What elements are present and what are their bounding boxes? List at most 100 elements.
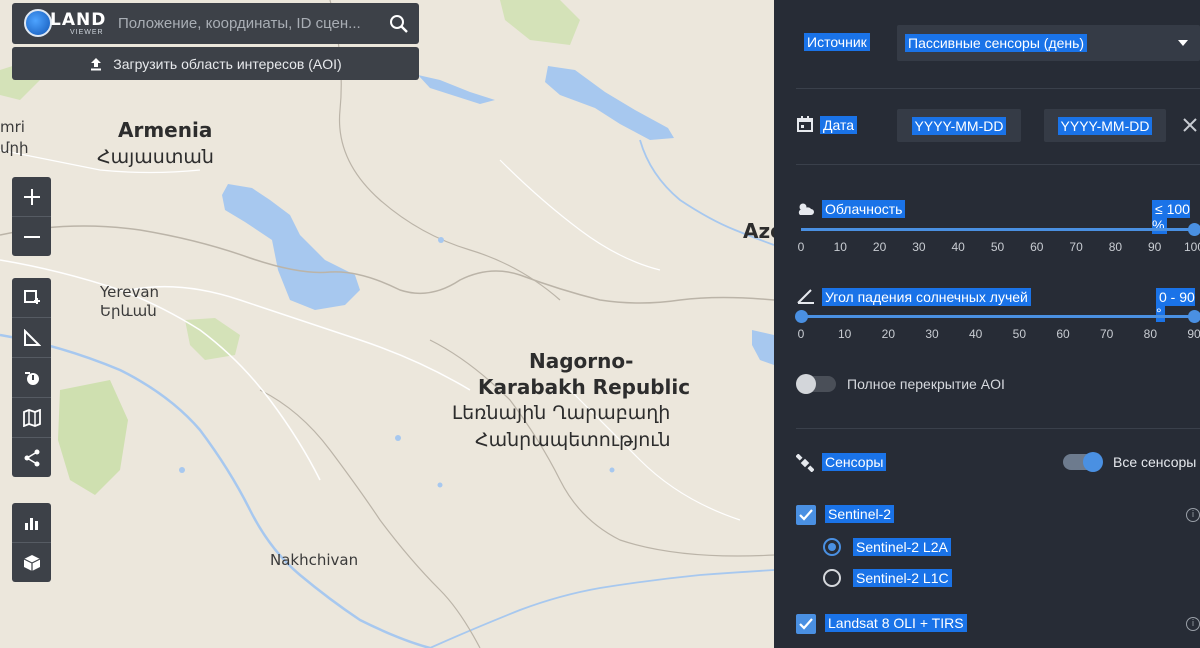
sensor-label: Sentinel-2 L1C — [853, 569, 952, 587]
sensors-label: Сенсоры — [822, 453, 887, 471]
cloud-slider-track[interactable] — [801, 228, 1194, 231]
ruler-icon — [23, 328, 41, 346]
draw-aoi-button[interactable] — [12, 278, 51, 317]
date-from-value: YYYY-MM-DD — [911, 116, 1007, 135]
sentinel2-checkbox[interactable] — [796, 505, 816, 525]
slider-tick-label: 90 — [1148, 240, 1162, 254]
chevron-down-icon — [1178, 40, 1188, 46]
zoom-controls — [12, 177, 51, 256]
slider-tick-label: 20 — [872, 240, 887, 254]
logo-sub-text: VIEWER — [70, 29, 104, 36]
slider-tick-label: 40 — [968, 327, 983, 341]
search-input[interactable]: Положение, координаты, ID сцен... — [118, 15, 379, 32]
all-sensors-toggle[interactable] — [1063, 452, 1103, 472]
share-button[interactable] — [12, 437, 51, 477]
map-layers-button[interactable] — [12, 397, 51, 437]
minus-icon — [23, 235, 40, 238]
upload-aoi-label: Загрузить область интересов (AOI) — [113, 55, 342, 72]
globe-icon — [24, 9, 52, 37]
map-label-nagorno-1: Nagorno- — [529, 349, 634, 373]
slider-tick-label: 30 — [912, 240, 926, 254]
check-icon — [799, 509, 813, 521]
measure-button[interactable] — [12, 317, 51, 357]
sun-slider-track[interactable] — [801, 315, 1194, 318]
map-label-nagorno-native-2: Հանրապետություն — [475, 429, 671, 451]
slider-tick-label: 0 — [797, 327, 805, 341]
slider-tick-label: 100 — [1183, 240, 1200, 254]
sensor-label: Sentinel-2 — [825, 505, 895, 523]
zoom-out-button[interactable] — [12, 216, 51, 256]
info-icon[interactable]: i — [1186, 617, 1200, 631]
source-label: Источник — [804, 33, 870, 51]
map-label-armenia: Armenia — [118, 118, 213, 142]
sentinel2-l2a-radio[interactable] — [823, 538, 841, 556]
search-filters-panel: Источник Пассивные сенсоры (день) Дата Y… — [774, 0, 1200, 648]
3d-view-button[interactable] — [12, 542, 51, 582]
source-select[interactable]: Пассивные сенсоры (день) — [897, 25, 1200, 61]
statistics-button[interactable] — [12, 503, 51, 542]
slider-tick-label: 90 — [1187, 327, 1200, 341]
map-icon — [22, 408, 41, 427]
slider-tick-label: 70 — [1099, 327, 1114, 341]
map-label-nakhchivan: Nakhchivan — [270, 551, 359, 569]
check-icon — [799, 618, 813, 630]
date-label: Дата — [820, 116, 858, 134]
slider-tick-label: 0 — [797, 240, 805, 254]
slider-tick-label: 10 — [833, 240, 847, 254]
landsat8-checkbox[interactable] — [796, 614, 816, 634]
slider-tick-label: 50 — [990, 240, 1005, 254]
all-sensors-label: Все сенсоры — [1113, 454, 1197, 470]
date-to-value: YYYY-MM-DD — [1057, 116, 1153, 135]
analysis-tools — [12, 503, 51, 582]
slider-tick-label: 30 — [925, 327, 939, 341]
close-icon[interactable] — [1183, 118, 1197, 132]
satellite-icon — [796, 454, 814, 472]
slider-tick-label: 80 — [1143, 327, 1158, 341]
map-label-yerevan: Yerevan — [100, 283, 160, 301]
map-label-gyumri-native-partial: մրի — [0, 139, 29, 157]
share-icon — [24, 449, 39, 466]
aoi-overlap-toggle[interactable] — [796, 374, 836, 394]
bar-chart-icon — [24, 517, 38, 530]
cloud-sun-icon — [798, 203, 814, 215]
zoom-in-button[interactable] — [12, 177, 51, 216]
search-icon[interactable] — [379, 3, 419, 44]
logo-main-text: LAND — [50, 10, 107, 30]
slider-tick-label: 40 — [951, 240, 965, 254]
sensor-label: Sentinel-2 L2A — [853, 538, 951, 556]
sun-angle-label: Угол падения солнечных лучей — [822, 288, 1031, 306]
cloud-label: Облачность — [822, 200, 906, 218]
plus-icon — [23, 188, 40, 205]
sensor-label: Landsat 8 OLI + TIRS — [825, 614, 967, 632]
date-from-input[interactable]: YYYY-MM-DD — [897, 109, 1021, 142]
slider-tick-label: 10 — [837, 327, 852, 341]
map-label-yerevan-native: Երևան — [100, 302, 157, 320]
map-label-gyumri-partial: mri — [0, 118, 25, 136]
time-lapse-button[interactable] — [12, 357, 51, 397]
angle-icon — [797, 289, 814, 304]
date-to-input[interactable]: YYYY-MM-DD — [1044, 109, 1166, 142]
slider-tick-label: 80 — [1108, 240, 1123, 254]
time-lapse-icon — [24, 371, 39, 385]
search-bar: LAND VIEWER Положение, координаты, ID сц… — [12, 3, 419, 44]
upload-aoi-button[interactable]: Загрузить область интересов (AOI) — [12, 47, 419, 80]
slider-tick-label: 70 — [1069, 240, 1083, 254]
aoi-overlap-label: Полное перекрытие AOI — [847, 376, 1005, 392]
map-label-armenia-native: Հայաստան — [97, 146, 214, 168]
calendar-icon — [797, 116, 813, 132]
slider-tick-label: 20 — [881, 327, 896, 341]
draw-aoi-icon — [23, 289, 40, 304]
slider-tick-label: 60 — [1056, 327, 1070, 341]
source-select-value: Пассивные сенсоры (день) — [905, 34, 1088, 52]
sentinel2-l1c-radio[interactable] — [823, 569, 841, 587]
cube-icon — [23, 554, 40, 571]
map-tools — [12, 278, 51, 477]
cloud-slider-handle[interactable] — [1188, 223, 1200, 236]
info-icon[interactable]: i — [1186, 508, 1200, 522]
map-label-nagorno-2: Karabakh Republic — [478, 375, 691, 399]
map-label-nagorno-native-1: Լեռնային Ղարաբաղի — [452, 402, 671, 424]
sun-slider-handle-max[interactable] — [1188, 310, 1200, 323]
upload-icon — [91, 57, 102, 70]
landviewer-logo[interactable]: LAND VIEWER — [12, 3, 105, 44]
sun-slider-handle-min[interactable] — [795, 310, 808, 323]
